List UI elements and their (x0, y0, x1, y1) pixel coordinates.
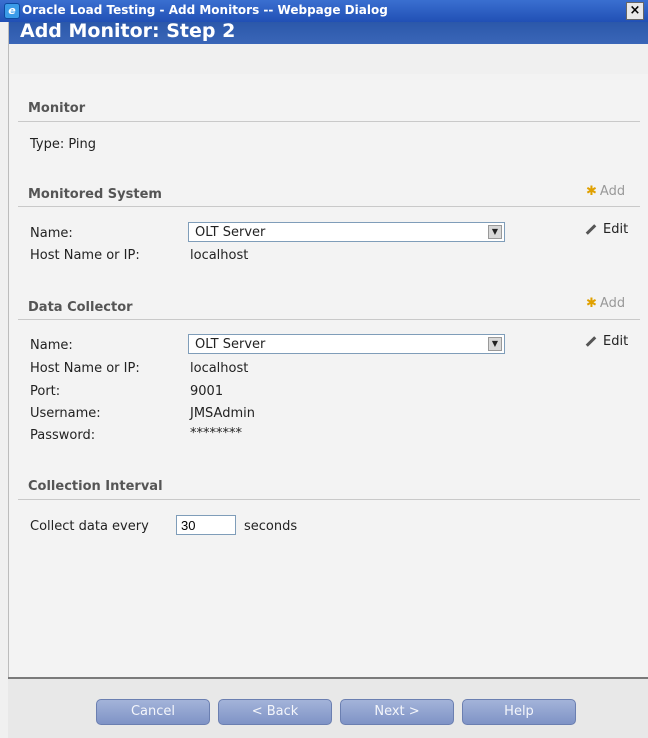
data-collector-password-value: ******** (190, 426, 242, 441)
interval-suffix: seconds (244, 519, 298, 534)
help-button[interactable]: Help (462, 699, 576, 725)
monitor-type: Type: Ping (30, 137, 97, 152)
add-star-icon: ✱ (586, 296, 597, 311)
section-title-monitored-system: Monitored System (28, 187, 162, 202)
cancel-button[interactable]: Cancel (96, 699, 210, 725)
data-collector-add-button[interactable]: ✱ Add (586, 296, 625, 311)
chevron-down-icon[interactable]: ▼ (488, 225, 502, 239)
data-collector-port-label: Port: (30, 384, 61, 399)
section-title-data-collector: Data Collector (28, 300, 133, 315)
back-button[interactable]: < Back (218, 699, 332, 725)
add-star-icon: ✱ (586, 184, 597, 199)
data-collector-username-label: Username: (30, 406, 101, 421)
monitored-system-host-label: Host Name or IP: (30, 248, 140, 263)
monitored-system-host-value: localhost (190, 248, 249, 263)
section-title-collection-interval: Collection Interval (28, 479, 163, 494)
edit-label: Edit (603, 334, 629, 349)
monitored-system-name-select[interactable]: OLT Server ▼ (188, 222, 505, 242)
page-title: Add Monitor: Step 2 (20, 20, 236, 42)
data-collector-host-label: Host Name or IP: (30, 361, 140, 376)
data-collector-password-label: Password: (30, 428, 96, 443)
select-value: OLT Server (195, 337, 266, 352)
data-collector-port-value: 9001 (190, 384, 224, 399)
divider (18, 319, 640, 320)
dialog-body (8, 74, 648, 738)
chevron-down-icon[interactable]: ▼ (488, 337, 502, 351)
data-collector-name-label: Name: (30, 338, 73, 353)
data-collector-username-value: JMSAdmin (190, 406, 255, 421)
data-collector-edit-button[interactable]: Edit (585, 334, 628, 349)
divider (18, 206, 640, 207)
divider (18, 121, 640, 122)
divider (18, 499, 640, 500)
pencil-icon (585, 224, 597, 235)
interval-input[interactable] (176, 515, 236, 535)
window-titlebar: e Oracle Load Testing - Add Monitors -- … (0, 0, 648, 22)
interval-prefix: Collect data every (30, 519, 149, 534)
monitored-system-name-label: Name: (30, 226, 73, 241)
left-border (8, 22, 9, 738)
ie-icon: e (4, 3, 20, 19)
monitored-system-edit-button[interactable]: Edit (585, 222, 628, 237)
section-title-monitor: Monitor (28, 101, 86, 116)
add-label: Add (599, 296, 626, 311)
data-collector-name-select[interactable]: OLT Server ▼ (188, 334, 505, 354)
window-title: Oracle Load Testing - Add Monitors -- We… (22, 3, 388, 17)
select-value: OLT Server (195, 225, 266, 240)
add-label: Add (599, 184, 626, 199)
next-button[interactable]: Next > (340, 699, 454, 725)
monitored-system-add-button[interactable]: ✱ Add (586, 184, 625, 199)
pencil-icon (585, 336, 597, 347)
close-button[interactable]: × (626, 2, 644, 20)
edit-label: Edit (603, 222, 629, 237)
page-title-bar: Add Monitor: Step 2 (8, 20, 648, 44)
data-collector-host-value: localhost (190, 361, 249, 376)
